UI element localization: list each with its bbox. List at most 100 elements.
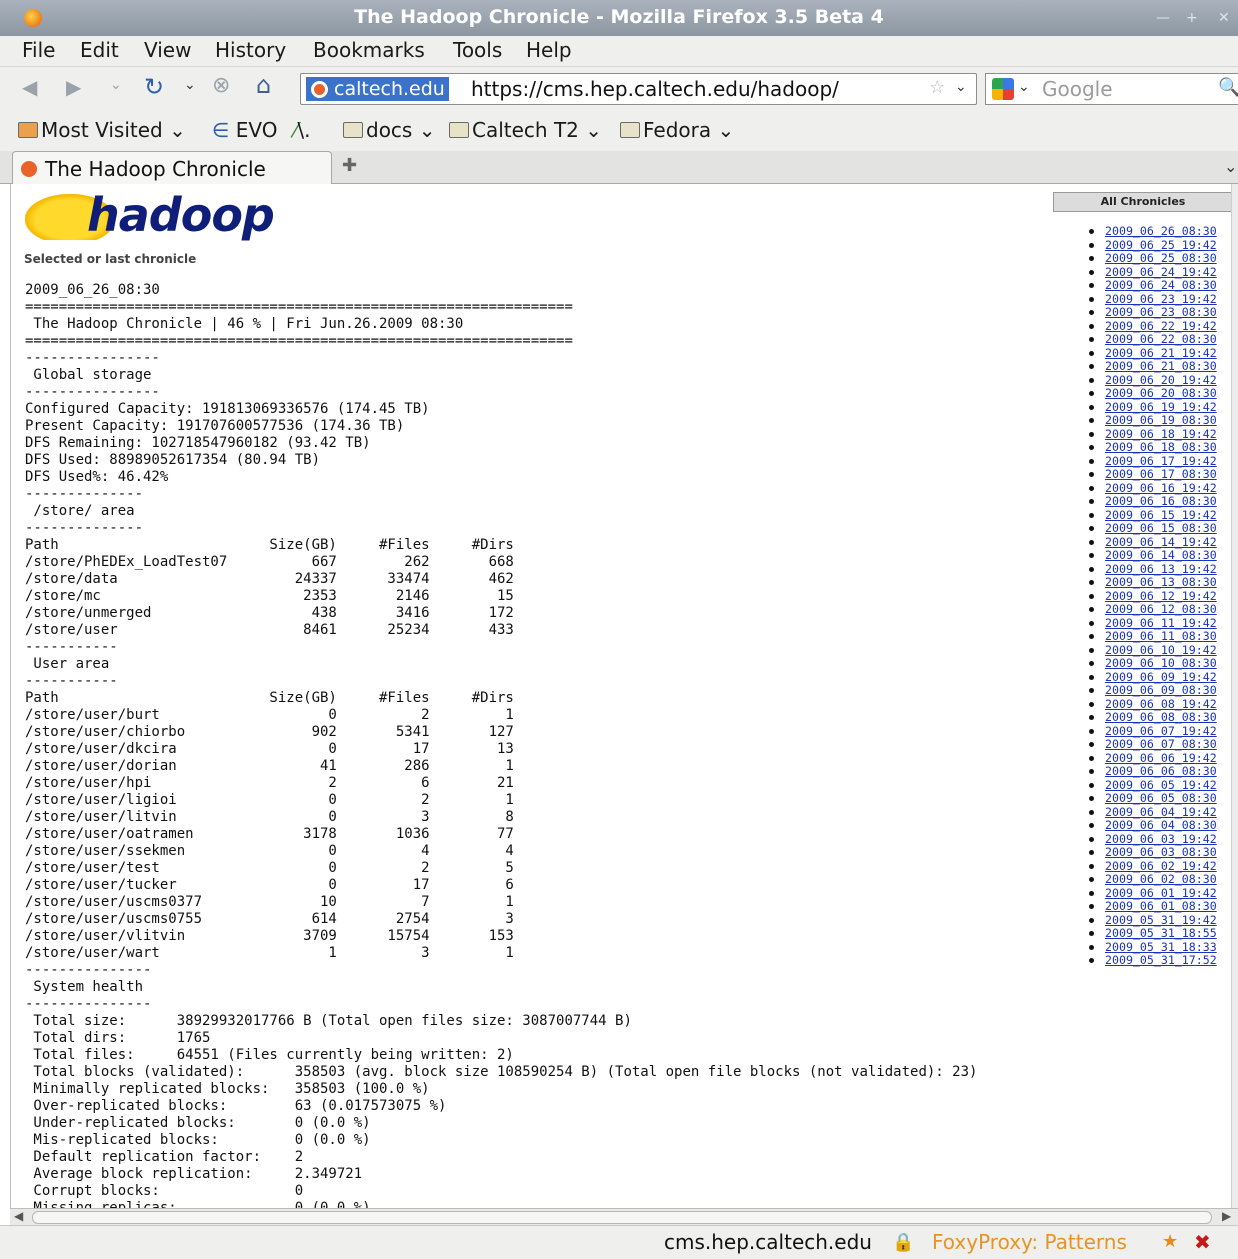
- chronicle-link[interactable]: 2009_06_12_19:42: [1105, 589, 1217, 603]
- menu-history[interactable]: History: [215, 38, 286, 62]
- chronicle-link[interactable]: 2009_06_10_19:42: [1105, 643, 1217, 657]
- maximize-icon[interactable]: +: [1186, 10, 1198, 26]
- chronicle-link[interactable]: 2009_06_01_19:42: [1105, 886, 1217, 900]
- ssl-lock-icon[interactable]: 🔒: [892, 1232, 914, 1253]
- chronicle-link[interactable]: 2009_06_20_08:30: [1105, 386, 1217, 400]
- chronicle-link[interactable]: 2009_06_03_08:30: [1105, 845, 1217, 859]
- foxyproxy-status[interactable]: FoxyProxy: Patterns: [932, 1230, 1127, 1254]
- search-engine-icon[interactable]: [992, 78, 1014, 100]
- chronicle-link[interactable]: 2009_05_31_17:52: [1105, 953, 1217, 967]
- chronicle-link[interactable]: 2009_06_08_19:42: [1105, 697, 1217, 711]
- chronicle-link[interactable]: 2009_06_15_08:30: [1105, 521, 1217, 535]
- chronicle-link[interactable]: 2009_06_21_08:30: [1105, 359, 1217, 373]
- home-icon[interactable]: ⌂: [256, 71, 271, 99]
- chronicle-link[interactable]: 2009_06_22_19:42: [1105, 319, 1217, 333]
- addon-x-icon[interactable]: ✖: [1194, 1230, 1211, 1254]
- chronicle-link[interactable]: 2009_06_24_19:42: [1105, 265, 1217, 279]
- reload-dropdown-icon[interactable]: ⌄: [184, 77, 196, 93]
- chronicle-link[interactable]: 2009_06_01_08:30: [1105, 899, 1217, 913]
- stop-icon[interactable]: ⊗: [212, 73, 230, 98]
- bookmark-most-visited[interactable]: Most Visited ⌄: [18, 118, 186, 142]
- chronicle-link[interactable]: 2009_06_26_08:30: [1105, 224, 1217, 238]
- chronicle-link[interactable]: 2009_06_19_08:30: [1105, 413, 1217, 427]
- chronicle-link[interactable]: 2009_05_31_18:33: [1105, 940, 1217, 954]
- tab-hadoop-chronicle[interactable]: The Hadoop Chronicle: [12, 151, 332, 184]
- chronicle-link[interactable]: 2009_06_24_08:30: [1105, 278, 1217, 292]
- chronicle-link[interactable]: 2009_06_23_19:42: [1105, 292, 1217, 306]
- chronicle-link[interactable]: 2009_06_11_19:42: [1105, 616, 1217, 630]
- chronicle-link[interactable]: 2009_06_25_19:42: [1105, 238, 1217, 252]
- chronicle-link[interactable]: 2009_06_14_08:30: [1105, 548, 1217, 562]
- menu-file[interactable]: File: [22, 38, 55, 62]
- chronicle-link[interactable]: 2009_06_09_08:30: [1105, 683, 1217, 697]
- url-text[interactable]: https://cms.hep.caltech.edu/hadoop/: [471, 77, 839, 101]
- reload-icon[interactable]: ↻: [144, 73, 164, 101]
- search-input[interactable]: Google: [1042, 77, 1113, 101]
- chronicle-link[interactable]: 2009_06_05_19:42: [1105, 778, 1217, 792]
- address-bar[interactable]: caltech.edu https://cms.hep.caltech.edu/…: [300, 73, 977, 105]
- menu-help[interactable]: Help: [526, 38, 572, 62]
- menu-view[interactable]: View: [144, 38, 191, 62]
- chronicle-link[interactable]: 2009_06_04_08:30: [1105, 818, 1217, 832]
- bookmark-evo[interactable]: ∈ EVO: [212, 118, 278, 142]
- chronicle-link[interactable]: 2009_06_14_19:42: [1105, 535, 1217, 549]
- chronicle-link[interactable]: 2009_06_16_08:30: [1105, 494, 1217, 508]
- chronicle-link[interactable]: 2009_06_15_19:42: [1105, 508, 1217, 522]
- chronicle-link[interactable]: 2009_06_06_08:30: [1105, 764, 1217, 778]
- chronicle-link[interactable]: 2009_06_09_19:42: [1105, 670, 1217, 684]
- chronicle-link[interactable]: 2009_06_12_08:30: [1105, 602, 1217, 616]
- menu-edit[interactable]: Edit: [80, 38, 119, 62]
- chronicle-link[interactable]: 2009_06_02_08:30: [1105, 872, 1217, 886]
- back-arrow-icon[interactable]: ◀: [22, 75, 37, 99]
- foxyproxy-fox-icon[interactable]: ★: [1162, 1231, 1178, 1252]
- horizontal-scroll-thumb[interactable]: [32, 1211, 1212, 1224]
- forward-arrow-icon[interactable]: ▶: [66, 75, 81, 99]
- chronicle-link[interactable]: 2009_06_22_08:30: [1105, 332, 1217, 346]
- bookmark-backslash[interactable]: ⁄\.: [294, 118, 310, 142]
- chronicle-link[interactable]: 2009_06_10_08:30: [1105, 656, 1217, 670]
- chronicle-link[interactable]: 2009_06_25_08:30: [1105, 251, 1217, 265]
- site-identity-button[interactable]: caltech.edu: [306, 77, 449, 101]
- minimize-icon[interactable]: —: [1156, 10, 1170, 26]
- bookmark-folder-docs[interactable]: docs ⌄: [343, 118, 435, 142]
- chronicle-link[interactable]: 2009_06_13_08:30: [1105, 575, 1217, 589]
- chronicle-link[interactable]: 2009_06_02_19:42: [1105, 859, 1217, 873]
- chronicle-link[interactable]: 2009_06_07_08:30: [1105, 737, 1217, 751]
- tab-list-icon[interactable]: ⌄: [1224, 157, 1237, 176]
- chronicle-link[interactable]: 2009_06_04_19:42: [1105, 805, 1217, 819]
- chronicle-link[interactable]: 2009_06_18_19:42: [1105, 427, 1217, 441]
- url-dropdown-icon[interactable]: ⌄: [955, 79, 967, 95]
- menu-bookmarks[interactable]: Bookmarks: [313, 38, 425, 62]
- chronicle-link[interactable]: 2009_06_05_08:30: [1105, 791, 1217, 805]
- chronicle-link[interactable]: 2009_06_21_19:42: [1105, 346, 1217, 360]
- new-tab-icon[interactable]: ✚: [342, 155, 357, 176]
- close-window-icon[interactable]: ✕: [1218, 10, 1230, 26]
- search-engine-dropdown-icon[interactable]: ⌄: [1018, 79, 1030, 95]
- chronicle-link[interactable]: 2009_05_31_19:42: [1105, 913, 1217, 927]
- bookmark-folder-caltech-t2[interactable]: Caltech T2 ⌄: [449, 118, 602, 142]
- chronicle-link[interactable]: 2009_06_20_19:42: [1105, 373, 1217, 387]
- chronicle-link[interactable]: 2009_06_18_08:30: [1105, 440, 1217, 454]
- scroll-right-icon[interactable]: ▶: [1222, 1209, 1231, 1223]
- history-dropdown-icon[interactable]: ⌄: [110, 77, 122, 93]
- vertical-scrollbar[interactable]: [1231, 184, 1238, 1208]
- chronicle-link[interactable]: 2009_06_17_08:30: [1105, 467, 1217, 481]
- bookmark-folder-fedora[interactable]: Fedora ⌄: [620, 118, 734, 142]
- chronicle-link[interactable]: 2009_06_17_19:42: [1105, 454, 1217, 468]
- scroll-left-icon[interactable]: ◀: [14, 1209, 23, 1223]
- bookmark-star-icon[interactable]: ☆: [929, 77, 945, 98]
- menu-tools[interactable]: Tools: [453, 38, 502, 62]
- chronicle-link[interactable]: 2009_06_23_08:30: [1105, 305, 1217, 319]
- chronicle-link[interactable]: 2009_06_08_08:30: [1105, 710, 1217, 724]
- chronicle-link[interactable]: 2009_06_06_19:42: [1105, 751, 1217, 765]
- chronicle-link[interactable]: 2009_06_11_08:30: [1105, 629, 1217, 643]
- chronicle-link[interactable]: 2009_06_13_19:42: [1105, 562, 1217, 576]
- horizontal-scrollbar[interactable]: ◀ ▶: [10, 1208, 1238, 1225]
- chronicle-link[interactable]: 2009_06_19_19:42: [1105, 400, 1217, 414]
- chronicle-link[interactable]: 2009_06_16_19:42: [1105, 481, 1217, 495]
- search-magnifier-icon[interactable]: 🔍: [1218, 77, 1238, 98]
- chronicle-link[interactable]: 2009_05_31_18:55: [1105, 926, 1217, 940]
- chronicle-link[interactable]: 2009_06_03_19:42: [1105, 832, 1217, 846]
- chronicle-link[interactable]: 2009_06_07_19:42: [1105, 724, 1217, 738]
- search-box[interactable]: ⌄ Google 🔍: [985, 73, 1238, 105]
